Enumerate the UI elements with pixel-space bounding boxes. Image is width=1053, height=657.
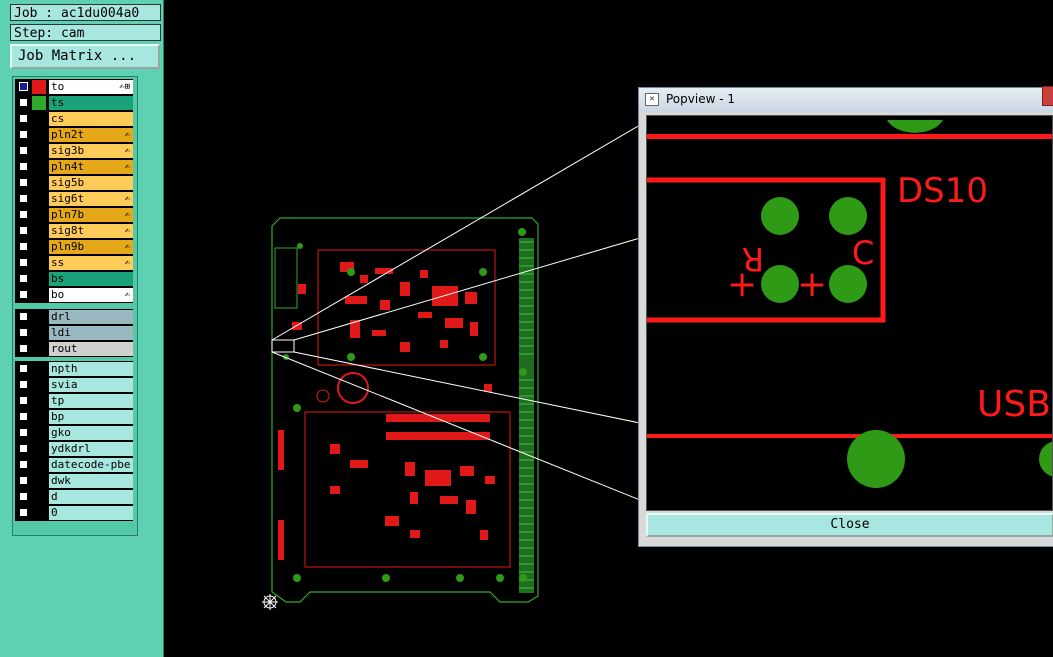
usb-pad-2 xyxy=(1039,441,1052,477)
usb-pad-1 xyxy=(847,430,905,488)
close-icon[interactable] xyxy=(1042,86,1053,106)
zoom-leader-lines xyxy=(271,124,641,501)
target-marker xyxy=(316,389,330,403)
zoom-box xyxy=(271,339,295,353)
trace-top xyxy=(647,134,1052,139)
c-label: C xyxy=(852,234,874,272)
popview-svg: DS10 R C + + USB xyxy=(647,120,1052,488)
component-pads xyxy=(278,262,495,560)
battery-holder xyxy=(337,372,369,404)
window-icon: ✕ xyxy=(645,93,659,106)
popview-titlebar[interactable]: ✕ Popview - 1 xyxy=(639,86,1053,112)
board-outline xyxy=(271,217,539,603)
pad-3 xyxy=(761,265,799,303)
popview-window: ✕ Popview - 1 DS10 R C + + USB Close xyxy=(638,86,1053,547)
trace-bottom xyxy=(647,434,1052,438)
usb-label: USB xyxy=(977,384,1051,425)
pad-1 xyxy=(761,197,799,235)
popview-canvas[interactable]: DS10 R C + + USB xyxy=(646,115,1053,511)
plus-1-label: + xyxy=(727,264,757,305)
left-connectors xyxy=(274,247,298,309)
popview-title: Popview - 1 xyxy=(666,92,735,106)
plus-2-label: + xyxy=(797,264,827,305)
pad-2 xyxy=(829,197,867,235)
close-button[interactable]: Close xyxy=(646,513,1053,537)
origin-marker-icon xyxy=(262,594,278,610)
ds10-label: DS10 xyxy=(897,171,988,211)
pad-top xyxy=(887,120,943,133)
